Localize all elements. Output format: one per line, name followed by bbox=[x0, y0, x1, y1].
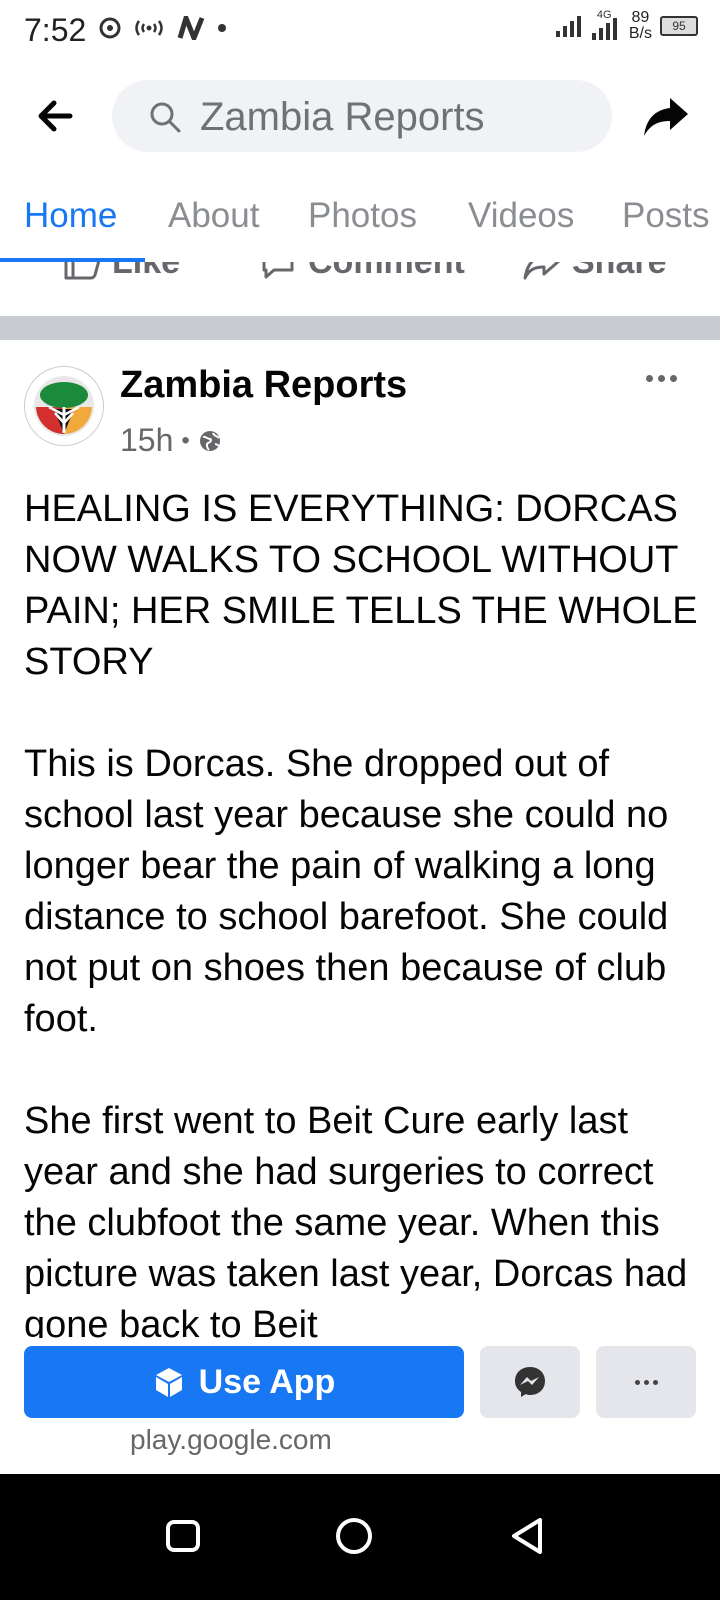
net-speed: 89 B/s bbox=[629, 10, 652, 42]
search-icon bbox=[150, 102, 181, 133]
hotspot-icon bbox=[99, 17, 121, 39]
wireless-icon bbox=[135, 20, 163, 36]
zambia-reports-logo bbox=[34, 376, 94, 436]
post-headline: HEALING IS EVERYTHING: DORCAS NOW WALKS … bbox=[24, 488, 698, 683]
recents-icon[interactable] bbox=[162, 1514, 206, 1558]
more-dot bbox=[670, 374, 677, 382]
post-meta: 15h • bbox=[120, 422, 222, 459]
system-nav-bar bbox=[0, 1474, 720, 1600]
cube-icon bbox=[155, 1368, 182, 1397]
use-app-label: Use App bbox=[198, 1362, 336, 1401]
more-dots-icon bbox=[646, 374, 653, 382]
more-dot bbox=[643, 1379, 649, 1385]
signal-icon bbox=[555, 16, 581, 37]
share-arrow-icon bbox=[523, 262, 561, 280]
more-dot bbox=[652, 1379, 658, 1385]
store-url[interactable]: play.google.com bbox=[130, 1424, 332, 1456]
meta-separator: • bbox=[181, 426, 190, 454]
messenger-button[interactable] bbox=[480, 1346, 580, 1418]
page-tabs: Home About Photos Videos Posts bbox=[0, 166, 720, 262]
back-icon[interactable] bbox=[506, 1514, 550, 1558]
thumbs-up-icon bbox=[64, 262, 100, 280]
tab-about[interactable]: About bbox=[168, 196, 259, 236]
more-options-button[interactable] bbox=[596, 1346, 696, 1418]
net-speed-value: 89 bbox=[631, 9, 650, 26]
app-promo-bar: Use App play.google.com bbox=[0, 1338, 720, 1474]
post-options-button[interactable] bbox=[646, 366, 686, 390]
status-system-icons: 4G 89 B/s 95 bbox=[555, 9, 698, 42]
tab-posts[interactable]: Posts bbox=[622, 196, 710, 236]
status-bar: 7:52 4G 89 B/s 95 bbox=[0, 0, 720, 66]
like-button[interactable]: Like bbox=[62, 262, 180, 282]
net-speed-unit: B/s bbox=[628, 25, 652, 42]
comment-label: Comment bbox=[308, 262, 465, 282]
status-notification-icons bbox=[98, 16, 226, 40]
battery-icon: 95 bbox=[660, 16, 698, 36]
share-button[interactable]: Share bbox=[522, 262, 667, 282]
nfc-icon bbox=[177, 16, 205, 40]
previous-post-actions: Like Comment Share bbox=[0, 262, 720, 316]
tab-home[interactable]: Home bbox=[24, 196, 117, 236]
more-dot bbox=[658, 374, 665, 382]
post-body: HEALING IS EVERYTHING: DORCAS NOW WALKS … bbox=[24, 484, 700, 1338]
like-label: Like bbox=[112, 262, 180, 282]
comment-button[interactable]: Comment bbox=[258, 262, 465, 282]
post-paragraph: This is Dorcas. She dropped out of schoo… bbox=[24, 743, 669, 1040]
globe-icon bbox=[199, 430, 220, 451]
signal-4g-icon: 4G bbox=[591, 9, 621, 41]
search-text: Zambia Reports bbox=[200, 95, 485, 139]
dot-icon bbox=[218, 24, 226, 32]
post-author[interactable]: Zambia Reports bbox=[120, 364, 407, 407]
post-paragraph: She first went to Beit Cure early last y… bbox=[24, 1100, 688, 1338]
share-label: Share bbox=[572, 262, 667, 282]
feed-divider bbox=[0, 316, 720, 340]
back-arrow-icon[interactable] bbox=[30, 90, 82, 142]
avatar[interactable] bbox=[24, 366, 104, 446]
comment-icon bbox=[262, 262, 294, 279]
status-time: 7:52 bbox=[24, 12, 87, 48]
tab-videos[interactable]: Videos bbox=[468, 196, 574, 236]
app-header: Zambia Reports bbox=[0, 66, 720, 168]
messenger-icon bbox=[515, 1367, 545, 1397]
home-icon[interactable] bbox=[334, 1514, 378, 1558]
use-app-button[interactable]: Use App bbox=[24, 1346, 464, 1418]
search-input[interactable]: Zambia Reports bbox=[112, 80, 612, 152]
tab-photos[interactable]: Photos bbox=[308, 196, 417, 236]
share-icon[interactable] bbox=[640, 90, 692, 142]
post-time[interactable]: 15h bbox=[120, 422, 173, 459]
more-dots-icon bbox=[634, 1379, 640, 1385]
